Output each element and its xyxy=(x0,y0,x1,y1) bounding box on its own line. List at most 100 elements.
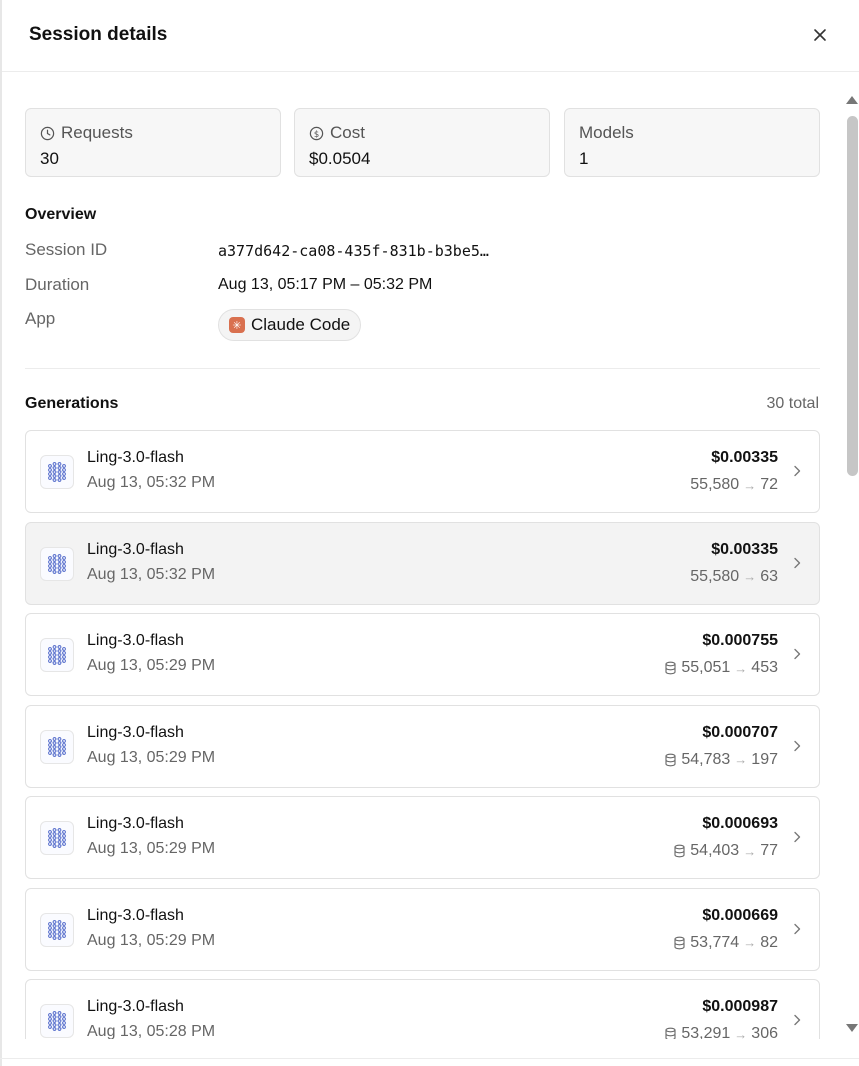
generation-cost: $0.00335 xyxy=(711,540,778,558)
arrow-right-icon: → xyxy=(734,1026,748,1040)
generation-model: Ling-3.0-flash xyxy=(87,998,184,1015)
generation-time: Aug 13, 05:32 PM xyxy=(87,474,216,491)
generation-tokens: 55,580 → 63 xyxy=(690,568,778,586)
panel-content[interactable]: Requests 30 $ Cost $0.0504 Models 1 Over… xyxy=(0,73,845,1039)
output-tokens: 82 xyxy=(760,933,778,951)
generation-row[interactable]: Ling-3.0-flash Aug 13, 05:32 PM $0.00335 55… xyxy=(25,521,820,605)
input-tokens: 54,783 xyxy=(681,750,731,768)
arrow-right-icon: → xyxy=(743,569,757,584)
dollar-circle-icon: $ xyxy=(309,126,324,140)
app-name: Claude Code xyxy=(251,315,351,334)
cost-card: $ Cost $0.0504 xyxy=(294,108,550,177)
generation-tokens: 55,580 → 72 xyxy=(690,476,778,494)
requests-card: Requests 30 xyxy=(25,108,281,177)
generation-cost: $0.00335 xyxy=(711,449,778,466)
generation-tokens: 53,291 → 306 xyxy=(664,1025,778,1039)
models-card: Models 1 xyxy=(564,108,820,177)
generation-cost: $0.000669 xyxy=(702,906,778,924)
cost-value: $0.0504 xyxy=(309,149,371,168)
neural-network-icon xyxy=(40,638,74,672)
input-tokens: 53,291 xyxy=(681,1025,731,1039)
models-label: Models xyxy=(579,123,634,142)
output-tokens: 306 xyxy=(751,1025,778,1039)
requests-value: 30 xyxy=(40,149,59,168)
arrow-right-icon: → xyxy=(734,752,748,767)
generation-cost: $0.000693 xyxy=(702,815,778,832)
close-button[interactable] xyxy=(808,22,832,48)
chevron-right-icon xyxy=(793,919,803,939)
scrollbar-thumb[interactable] xyxy=(847,116,858,476)
generation-time: Aug 13, 05:32 PM xyxy=(87,565,216,583)
arrow-right-icon: → xyxy=(734,660,748,676)
generation-model: Ling-3.0-flash xyxy=(87,540,184,558)
generation-time: Aug 13, 05:29 PM xyxy=(87,748,216,766)
generation-tokens: 55,051 → 453 xyxy=(664,659,778,677)
generation-row[interactable]: Ling-3.0-flash Aug 13, 05:32 PM $0.00335 55… xyxy=(25,430,820,513)
footer-divider xyxy=(0,1058,859,1059)
database-icon xyxy=(664,1027,677,1039)
chevron-right-icon xyxy=(793,736,803,756)
generation-time: Aug 13, 05:29 PM xyxy=(87,931,216,949)
input-tokens: 55,051 xyxy=(681,659,731,676)
neural-network-icon xyxy=(40,729,74,764)
generation-cost: $0.000755 xyxy=(702,632,778,649)
generation-tokens: 54,783 → 197 xyxy=(664,751,778,769)
neural-network-icon xyxy=(40,912,74,947)
generation-row[interactable]: Ling-3.0-flash Aug 13, 05:29 PM $0.000707 5… xyxy=(25,704,820,788)
neural-network-icon xyxy=(40,821,74,855)
generation-row[interactable]: Ling-3.0-flash Aug 13, 05:28 PM $0.000987 5… xyxy=(25,979,820,1039)
chevron-right-icon xyxy=(793,1010,803,1030)
scroll-up-arrow-icon[interactable] xyxy=(846,96,858,104)
database-icon xyxy=(673,936,686,950)
database-icon xyxy=(673,844,686,858)
requests-label: Requests xyxy=(61,123,133,142)
chevron-right-icon xyxy=(793,461,803,481)
duration-value: Aug 13, 05:17 PM – 05:32 PM xyxy=(218,276,433,293)
svg-text:$: $ xyxy=(314,128,319,138)
output-tokens: 77 xyxy=(760,842,778,859)
generation-tokens: 53,774 → 82 xyxy=(673,934,778,952)
input-tokens: 53,774 xyxy=(690,933,740,951)
generation-model: Ling-3.0-flash xyxy=(87,723,184,741)
generations-title: Generations xyxy=(25,395,119,412)
generation-time: Aug 13, 05:29 PM xyxy=(87,840,216,857)
session-id-label: Session ID xyxy=(25,240,108,259)
output-tokens: 63 xyxy=(760,567,778,585)
generation-model: Ling-3.0-flash xyxy=(87,632,184,649)
overview-title: Overview xyxy=(25,206,97,223)
generation-cost: $0.000987 xyxy=(702,998,778,1015)
generation-model: Ling-3.0-flash xyxy=(87,449,184,466)
arrow-right-icon: → xyxy=(743,477,757,493)
generation-model: Ling-3.0-flash xyxy=(87,815,184,832)
database-icon xyxy=(664,753,677,767)
duration-label: Duration xyxy=(25,275,90,294)
generation-row[interactable]: Ling-3.0-flash Aug 13, 05:29 PM $0.000693 5… xyxy=(25,796,820,879)
generation-tokens: 54,403 → 77 xyxy=(673,842,778,860)
claude-logo-icon: ✳ xyxy=(229,317,245,333)
generation-row[interactable]: Ling-3.0-flash Aug 13, 05:29 PM $0.000755 5… xyxy=(25,613,820,696)
arrow-right-icon: → xyxy=(743,935,757,950)
chevron-right-icon xyxy=(793,644,803,664)
generation-time: Aug 13, 05:29 PM xyxy=(87,657,216,674)
input-tokens: 54,403 xyxy=(690,842,740,859)
clock-icon xyxy=(40,126,55,140)
generation-row[interactable]: Ling-3.0-flash Aug 13, 05:29 PM $0.000669 5… xyxy=(25,887,820,971)
generation-cost: $0.000707 xyxy=(702,723,778,741)
output-tokens: 453 xyxy=(751,659,778,676)
app-badge[interactable]: ✳ Claude Code xyxy=(218,309,362,341)
arrow-right-icon: → xyxy=(743,843,757,859)
neural-network-icon xyxy=(40,546,74,581)
section-divider xyxy=(25,368,820,369)
chevron-right-icon xyxy=(793,827,803,847)
panel-header: Session details xyxy=(2,0,859,72)
panel-title: Session details xyxy=(29,24,168,45)
close-icon xyxy=(814,29,826,41)
generation-model: Ling-3.0-flash xyxy=(87,906,184,924)
scrollbar[interactable] xyxy=(845,96,859,1036)
input-tokens: 55,580 xyxy=(690,567,740,585)
scroll-down-arrow-icon[interactable] xyxy=(846,1024,858,1032)
output-tokens: 72 xyxy=(760,476,778,493)
app-label: App xyxy=(25,309,56,328)
chevron-right-icon xyxy=(793,553,803,573)
session-id-value[interactable]: a377d642-ca08-435f-831b-b3be5… xyxy=(218,242,489,260)
